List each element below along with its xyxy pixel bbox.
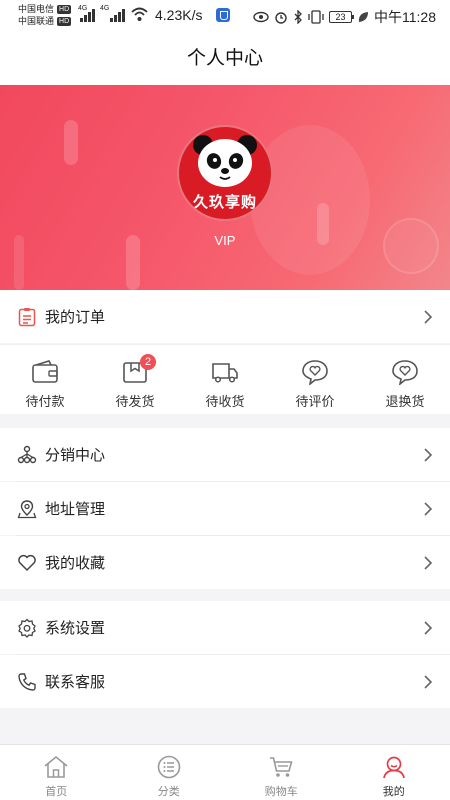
heart-icon bbox=[17, 553, 37, 573]
distribution-center-row[interactable]: 分销中心 bbox=[0, 428, 450, 481]
order-status-bar: 待付款 2 待发货 待收货 待评价 退换货 bbox=[0, 344, 450, 414]
wallet-icon bbox=[32, 360, 58, 383]
order-label: 待付款 bbox=[25, 395, 65, 410]
alarm-icon bbox=[275, 12, 287, 24]
list-icon bbox=[157, 755, 181, 779]
favorites-label: 我的收藏 bbox=[45, 554, 106, 572]
title-bar: 个人中心 bbox=[0, 32, 450, 85]
app-root: 中国电信HD 中国联通HD 4G 4G 4.23K/s 23 中午11:28 bbox=[0, 0, 450, 800]
clipboard-icon bbox=[17, 307, 37, 327]
net-speed: 4.23K/s bbox=[155, 7, 203, 23]
order-label: 退换货 bbox=[385, 395, 425, 410]
heart-chat-icon bbox=[302, 360, 328, 385]
order-returns[interactable]: 退换货 bbox=[360, 345, 450, 414]
chevron-right-icon bbox=[418, 445, 438, 465]
order-pending-review[interactable]: 待评价 bbox=[270, 345, 360, 414]
system-settings-row[interactable]: 系统设置 bbox=[0, 601, 450, 654]
leaf-icon bbox=[358, 12, 368, 22]
chevron-right-icon bbox=[418, 672, 438, 692]
battery-icon: 23 bbox=[329, 11, 354, 23]
order-pending-shipment[interactable]: 2 待发货 bbox=[90, 345, 180, 414]
shield-app-icon bbox=[216, 8, 230, 22]
chevron-right-icon bbox=[418, 307, 438, 327]
carrier-2: 中国联通 bbox=[18, 16, 55, 26]
tab-label: 我的 bbox=[382, 785, 405, 798]
bluetooth-icon bbox=[294, 10, 302, 24]
member-level: VIP bbox=[214, 233, 236, 248]
tab-cart[interactable]: 购物车 bbox=[225, 745, 338, 800]
chevron-right-icon bbox=[418, 499, 438, 519]
order-pending-payment[interactable]: 待付款 bbox=[0, 345, 90, 414]
network-icon bbox=[17, 445, 37, 465]
cart-icon bbox=[270, 757, 293, 777]
order-label: 待发货 bbox=[115, 395, 155, 410]
heart-chat-icon bbox=[392, 360, 418, 385]
truck-icon bbox=[212, 363, 238, 383]
carrier-1: 中国电信 bbox=[18, 4, 55, 14]
avatar[interactable]: 久玖享购 bbox=[177, 125, 273, 221]
address-management-label: 地址管理 bbox=[45, 500, 106, 518]
hd-badge: HD bbox=[57, 17, 72, 26]
customer-service-label: 联系客服 bbox=[45, 673, 106, 691]
user-icon bbox=[382, 756, 405, 779]
brand-name: 久玖享购 bbox=[192, 193, 257, 211]
profile-header: 久玖享购 VIP bbox=[0, 85, 450, 290]
tab-label: 购物车 bbox=[264, 785, 298, 798]
location-icon bbox=[17, 499, 37, 519]
order-count-badge: 2 bbox=[140, 354, 156, 370]
customer-service-row[interactable]: 联系客服 bbox=[0, 655, 450, 708]
chevron-right-icon bbox=[418, 618, 438, 638]
bottom-tab-bar: 首页 分类 购物车 我的 bbox=[0, 744, 450, 800]
phone-icon bbox=[17, 672, 37, 692]
chevron-right-icon bbox=[418, 553, 438, 573]
status-right: 23 中午11:28 bbox=[253, 7, 436, 27]
order-label: 待评价 bbox=[295, 395, 335, 410]
package-icon-wrap: 2 bbox=[121, 354, 156, 385]
home-icon bbox=[44, 755, 68, 778]
wifi-icon bbox=[131, 7, 148, 21]
network-type: 4G bbox=[100, 5, 110, 12]
my-orders-row[interactable]: 我的订单 bbox=[0, 290, 450, 343]
tab-label: 分类 bbox=[157, 785, 180, 798]
order-pending-receipt[interactable]: 待收货 bbox=[180, 345, 270, 414]
signal-icon bbox=[110, 8, 126, 22]
tab-mine[interactable]: 我的 bbox=[338, 745, 450, 800]
clock: 中午11:28 bbox=[374, 9, 436, 25]
vibrate-icon bbox=[308, 10, 324, 24]
order-label: 待收货 bbox=[205, 395, 245, 410]
distribution-center-label: 分销中心 bbox=[45, 446, 106, 464]
tab-label: 首页 bbox=[45, 785, 68, 798]
tab-category[interactable]: 分类 bbox=[113, 745, 226, 800]
gear-icon bbox=[17, 618, 37, 638]
hd-badge: HD bbox=[57, 5, 72, 14]
decor-streak bbox=[64, 120, 78, 165]
status-bar: 中国电信 HD 中国联通 HD 4G 4G 4.23K/s 23 中午11:28 bbox=[0, 0, 450, 32]
carrier-info: 中国电信 HD 中国联通 HD bbox=[18, 3, 72, 27]
network-type: 4G bbox=[78, 5, 88, 12]
tab-home[interactable]: 首页 bbox=[0, 745, 113, 800]
favorites-row[interactable]: 我的收藏 bbox=[0, 536, 450, 589]
my-orders-label: 我的订单 bbox=[45, 308, 106, 326]
system-settings-label: 系统设置 bbox=[45, 619, 106, 637]
address-management-row[interactable]: 地址管理 bbox=[0, 482, 450, 535]
eye-icon bbox=[253, 11, 269, 23]
page-title: 个人中心 bbox=[186, 47, 263, 69]
